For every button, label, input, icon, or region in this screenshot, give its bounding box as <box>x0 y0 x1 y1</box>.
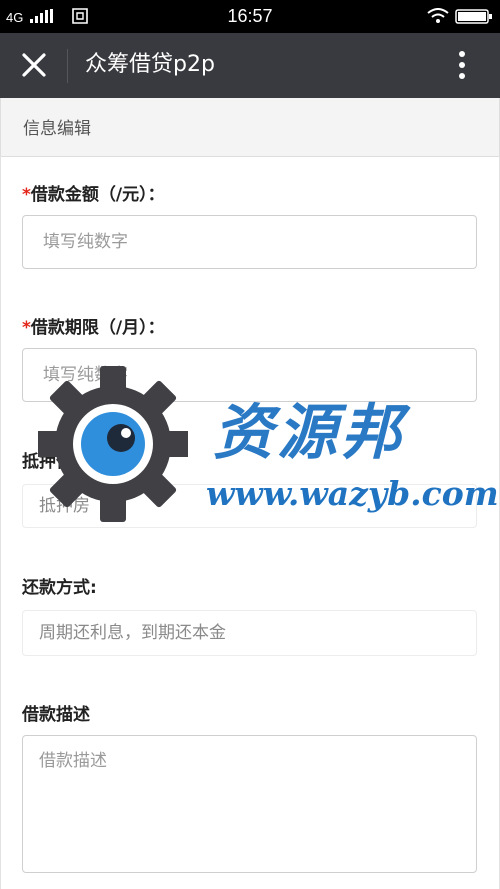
wifi-icon <box>427 8 449 23</box>
collateral-select[interactable]: 抵押房 <box>22 484 477 528</box>
loan-term-input[interactable] <box>22 348 477 402</box>
app-bar: 众筹借贷p2p <box>0 33 500 98</box>
loan-amount-label-text: 借款金额（/元）： <box>30 185 165 205</box>
loan-amount-label: *借款金额（/元）： <box>22 180 165 205</box>
battery-icon <box>455 9 492 24</box>
page-title: 众筹借贷p2p <box>85 52 215 77</box>
close-icon <box>22 53 46 77</box>
repayment-select[interactable]: 周期还利息，到期还本金 <box>22 610 477 656</box>
close-button[interactable] <box>12 43 56 87</box>
more-vertical-icon <box>459 51 465 79</box>
loan-amount-input[interactable] <box>22 215 477 269</box>
app-bar-divider <box>67 49 68 83</box>
section-title: 信息编辑 <box>23 119 91 139</box>
collateral-label: 抵押信息: <box>22 452 97 472</box>
description-label: 借款描述 <box>22 705 90 725</box>
more-menu-button[interactable] <box>440 43 484 87</box>
collateral-selected-value: 抵押房 <box>39 496 90 516</box>
description-textarea[interactable] <box>22 735 477 873</box>
required-mark: * <box>22 318 31 338</box>
required-mark: * <box>22 185 31 205</box>
repayment-label: 还款方式: <box>22 578 97 598</box>
loan-term-label: *借款期限（/月）： <box>22 313 165 338</box>
loan-term-label-text: 借款期限（/月）： <box>30 318 165 338</box>
repayment-selected-value: 周期还利息，到期还本金 <box>39 623 226 643</box>
clock: 16:57 <box>227 6 273 26</box>
status-bar: 4G 16:57 <box>0 0 500 33</box>
section-header: 信息编辑 <box>0 98 500 157</box>
